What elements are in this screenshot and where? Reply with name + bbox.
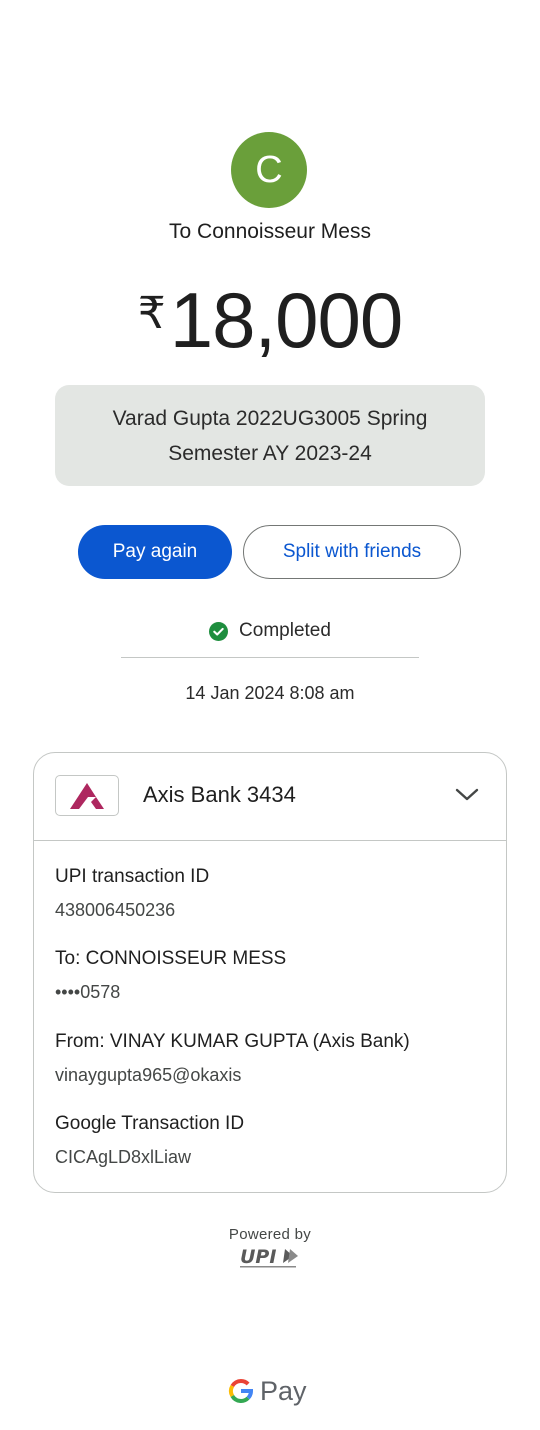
svg-text:UPI: UPI <box>240 1246 276 1268</box>
axis-bank-logo <box>55 775 119 816</box>
detail-label: To: CONNOISSEUR MESS <box>55 948 287 969</box>
payment-note: Varad Gupta 2022UG3005 Spring Semester A… <box>55 385 485 486</box>
detail-label: UPI transaction ID <box>55 866 210 887</box>
transaction-status: Completed <box>0 620 540 642</box>
transaction-datetime: 14 Jan 2024 8:08 am <box>185 683 355 703</box>
detail-sender: From: VINAY KUMAR GUPTA (Axis Bank) vina… <box>55 1030 410 1087</box>
detail-value: ••••0578 <box>55 982 121 1002</box>
currency-symbol: ₹ <box>137 289 166 338</box>
status-label: Completed <box>239 620 331 641</box>
payment-amount: ₹ 18,000 <box>0 272 540 368</box>
upi-logo: UPI <box>240 1246 298 1268</box>
detail-recipient: To: CONNOISSEUR MESS ••••0578 <box>55 947 286 1004</box>
google-pay-logo: Pay <box>228 1373 307 1409</box>
detail-value[interactable]: 438006450236 <box>55 898 209 922</box>
detail-label: From: VINAY KUMAR GUPTA (Axis Bank) <box>55 1031 410 1052</box>
detail-value[interactable]: CICAgLD8xlLiaw <box>55 1145 244 1169</box>
powered-by-label: Powered by <box>228 1226 312 1243</box>
avatar-initial: C <box>255 148 283 191</box>
detail-upi-transaction-id: UPI transaction ID 438006450236 <box>55 865 209 922</box>
chevron-down-icon[interactable] <box>454 785 480 805</box>
detail-label: Google Transaction ID <box>55 1113 245 1134</box>
bank-account-name: Axis Bank 3434 <box>143 782 296 807</box>
split-with-friends-button[interactable]: Split with friends <box>243 525 461 579</box>
payee-name: To Connoisseur Mess <box>169 220 371 243</box>
axis-logo-mark <box>70 782 104 809</box>
amount-value: 18,000 <box>169 276 404 364</box>
detail-value[interactable]: vinaygupta965@okaxis <box>55 1063 410 1087</box>
payment-note-text: Varad Gupta 2022UG3005 Spring Semester A… <box>112 406 428 465</box>
status-divider <box>121 657 419 658</box>
transaction-details-card: Axis Bank 3434 UPI transaction ID 438006… <box>33 752 507 1193</box>
detail-google-transaction-id: Google Transaction ID CICAgLD8xlLiaw <box>55 1112 244 1169</box>
google-g-icon <box>228 1378 254 1403</box>
pay-again-button[interactable]: Pay again <box>78 525 232 579</box>
pay-wordmark: Pay <box>260 1375 307 1406</box>
payee-avatar: C <box>231 132 307 208</box>
check-circle-icon <box>209 621 229 641</box>
bank-account-row[interactable]: Axis Bank 3434 <box>34 753 506 841</box>
